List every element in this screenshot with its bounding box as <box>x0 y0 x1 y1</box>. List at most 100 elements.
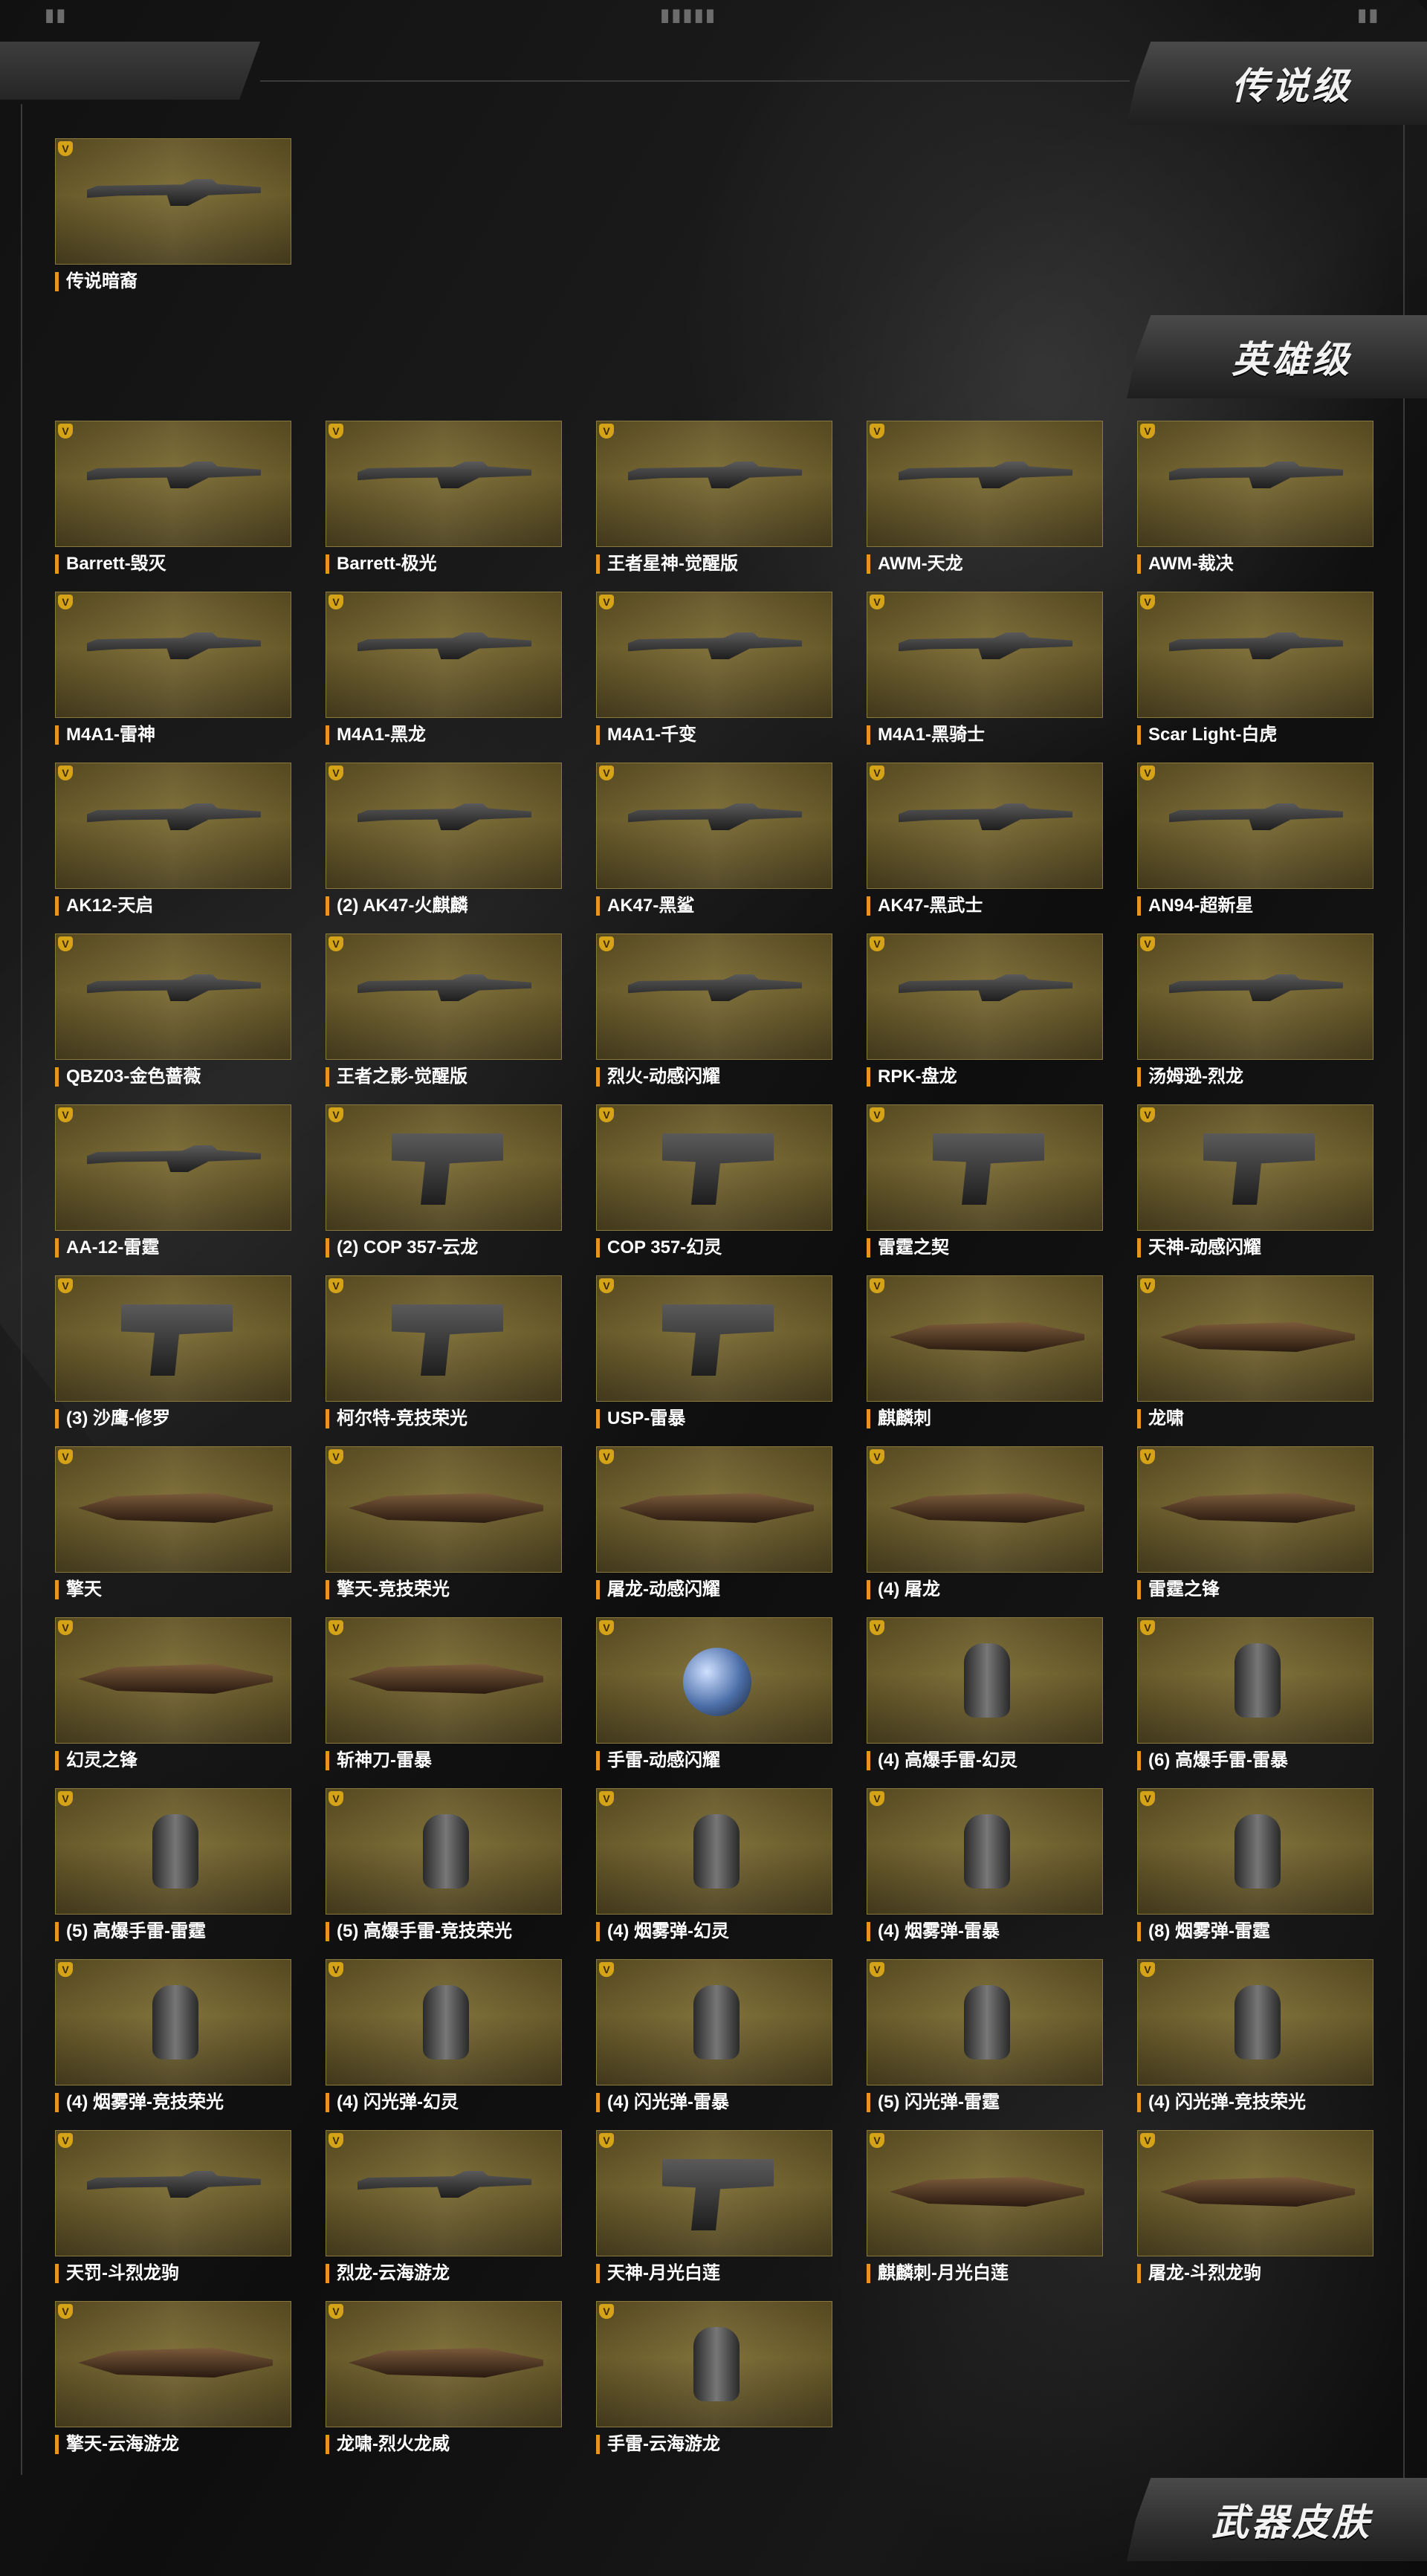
rarity-badge-icon: V <box>599 1107 614 1122</box>
skin-card[interactable]: V 麒麟刺-月光白莲 <box>867 2130 1103 2283</box>
skin-card[interactable]: V 天罚-斗烈龙驹 <box>55 2130 291 2283</box>
skin-card[interactable]: V USP-雷暴 <box>596 1275 832 1428</box>
skin-card[interactable]: V 擎天 <box>55 1446 291 1599</box>
skin-card[interactable]: V (4) 屠龙 <box>867 1446 1103 1599</box>
skin-thumbnail: V <box>596 592 832 718</box>
rarity-badge-icon: V <box>870 2133 884 2148</box>
skin-card[interactable]: V (5) 闪光弹-雷霆 <box>867 1959 1103 2112</box>
weapon-image <box>349 2348 543 2378</box>
skin-card[interactable]: V (4) 烟雾弹-雷暴 <box>867 1788 1103 1941</box>
skin-card[interactable]: V (4) 烟雾弹-幻灵 <box>596 1788 832 1941</box>
weapon-image <box>619 1493 814 1523</box>
skin-name: 烈火-动感闪耀 <box>596 1067 832 1087</box>
rarity-badge-icon: V <box>58 2304 73 2319</box>
skin-name: (3) 沙鹰-修罗 <box>55 1409 291 1428</box>
weapon-image <box>1169 974 1343 1001</box>
skin-card[interactable]: V COP 357-幻灵 <box>596 1104 832 1258</box>
skin-card[interactable]: V AA-12-雷霆 <box>55 1104 291 1258</box>
skin-name: AA-12-雷霆 <box>55 1238 291 1258</box>
skin-card[interactable]: V (4) 烟雾弹-竞技荣光 <box>55 1959 291 2112</box>
skin-card[interactable]: V M4A1-雷神 <box>55 592 291 745</box>
skin-card[interactable]: V 擎天-竞技荣光 <box>326 1446 562 1599</box>
skin-card[interactable]: V 屠龙-斗烈龙驹 <box>1137 2130 1373 2283</box>
weapon-image <box>1169 632 1343 659</box>
skin-thumbnail: V <box>867 1959 1103 2085</box>
skin-card[interactable]: V 烈火-动感闪耀 <box>596 933 832 1087</box>
weapon-image <box>890 1493 1084 1523</box>
skin-card[interactable]: V (4) 闪光弹-幻灵 <box>326 1959 562 2112</box>
rarity-badge-icon: V <box>870 1620 884 1635</box>
weapon-image <box>349 1664 543 1694</box>
skin-card[interactable]: V (8) 烟雾弹-雷霆 <box>1137 1788 1373 1941</box>
skin-card[interactable]: V 传说暗裔 <box>55 138 291 291</box>
skin-name: (5) 高爆手雷-竞技荣光 <box>326 1922 562 1941</box>
rarity-badge-icon: V <box>599 1449 614 1464</box>
skin-card[interactable]: V 手雷-动感闪耀 <box>596 1617 832 1770</box>
skin-card[interactable]: V 汤姆逊-烈龙 <box>1137 933 1373 1087</box>
skin-card[interactable]: V 龙啸-烈火龙威 <box>326 2301 562 2454</box>
skin-card[interactable]: V Scar Light-白虎 <box>1137 592 1373 745</box>
skin-card[interactable]: V 手雷-云海游龙 <box>596 2301 832 2454</box>
section-banner-footer: 武器皮肤 <box>1127 2478 1427 2561</box>
skin-card[interactable]: V M4A1-黑骑士 <box>867 592 1103 745</box>
skin-card[interactable]: V 烈龙-云海游龙 <box>326 2130 562 2283</box>
skin-card[interactable]: V 斩神刀-雷暴 <box>326 1617 562 1770</box>
skin-card[interactable]: V AWM-天龙 <box>867 421 1103 574</box>
section-title-heroic: 英雄级 <box>1232 338 1352 381</box>
rarity-badge-icon: V <box>1140 1962 1155 1977</box>
skin-card[interactable]: V (4) 闪光弹-竞技荣光 <box>1137 1959 1373 2112</box>
right-frame-line <box>1403 111 1405 2482</box>
skin-thumbnail: V <box>55 138 291 265</box>
skin-card[interactable]: V 柯尔特-竞技荣光 <box>326 1275 562 1428</box>
skin-card[interactable]: V 王者之影-觉醒版 <box>326 933 562 1087</box>
skin-name: 汤姆逊-烈龙 <box>1137 1067 1373 1087</box>
skin-card[interactable]: V 王者星神-觉醒版 <box>596 421 832 574</box>
skin-card[interactable]: V 天神-月光白莲 <box>596 2130 832 2283</box>
section-banner-heroic: 英雄级 <box>1127 315 1427 398</box>
skin-card[interactable]: V M4A1-黑龙 <box>326 592 562 745</box>
skin-card[interactable]: V AN94-超新星 <box>1137 763 1373 916</box>
skin-card[interactable]: V (4) 闪光弹-雷暴 <box>596 1959 832 2112</box>
skin-card[interactable]: V 雷霆之契 <box>867 1104 1103 1258</box>
skin-card[interactable]: V AK47-黑武士 <box>867 763 1103 916</box>
skin-card[interactable]: V 雷霆之锋 <box>1137 1446 1373 1599</box>
skin-card[interactable]: V 屠龙-动感闪耀 <box>596 1446 832 1599</box>
weapon-image <box>899 462 1072 488</box>
skin-card[interactable]: V (4) 高爆手雷-幻灵 <box>867 1617 1103 1770</box>
rarity-badge-icon: V <box>870 1962 884 1977</box>
skin-name: Barrett-极光 <box>326 554 562 574</box>
skin-card[interactable]: V (2) AK47-火麒麟 <box>326 763 562 916</box>
skin-card[interactable]: V (6) 高爆手雷-雷暴 <box>1137 1617 1373 1770</box>
weapon-image <box>1160 1493 1355 1523</box>
skin-card[interactable]: V (3) 沙鹰-修罗 <box>55 1275 291 1428</box>
skin-thumbnail: V <box>867 1617 1103 1744</box>
rarity-badge-icon: V <box>870 766 884 780</box>
skin-card[interactable]: V 擎天-云海游龙 <box>55 2301 291 2454</box>
skin-thumbnail: V <box>55 933 291 1060</box>
weapon-image <box>423 1814 469 1889</box>
skin-card[interactable]: V (2) COP 357-云龙 <box>326 1104 562 1258</box>
skin-name: (4) 闪光弹-竞技荣光 <box>1137 2093 1373 2112</box>
skin-thumbnail: V <box>867 592 1103 718</box>
skin-card[interactable]: V 天神-动感闪耀 <box>1137 1104 1373 1258</box>
skin-card[interactable]: V Barrett-极光 <box>326 421 562 574</box>
weapon-image <box>662 1304 774 1376</box>
skin-card[interactable]: V (5) 高爆手雷-雷霆 <box>55 1788 291 1941</box>
skin-card[interactable]: V AWM-裁决 <box>1137 421 1373 574</box>
skin-card[interactable]: V 幻灵之锋 <box>55 1617 291 1770</box>
skin-card[interactable]: V AK12-天启 <box>55 763 291 916</box>
skin-card[interactable]: V AK47-黑鲨 <box>596 763 832 916</box>
skin-card[interactable]: V M4A1-千变 <box>596 592 832 745</box>
skin-thumbnail: V <box>326 592 562 718</box>
skin-card[interactable]: V Barrett-毁灭 <box>55 421 291 574</box>
rarity-badge-icon: V <box>58 936 73 951</box>
skin-card[interactable]: V QBZ03-金色蔷薇 <box>55 933 291 1087</box>
top-right-mark: ▮▮ <box>1357 5 1380 25</box>
skin-card[interactable]: V RPK-盘龙 <box>867 933 1103 1087</box>
skin-card[interactable]: V (5) 高爆手雷-竞技荣光 <box>326 1788 562 1941</box>
weapon-image <box>662 1133 774 1205</box>
skin-thumbnail: V <box>867 421 1103 547</box>
skin-card[interactable]: V 麒麟刺 <box>867 1275 1103 1428</box>
skin-card[interactable]: V 龙啸 <box>1137 1275 1373 1428</box>
skin-thumbnail: V <box>1137 2130 1373 2256</box>
